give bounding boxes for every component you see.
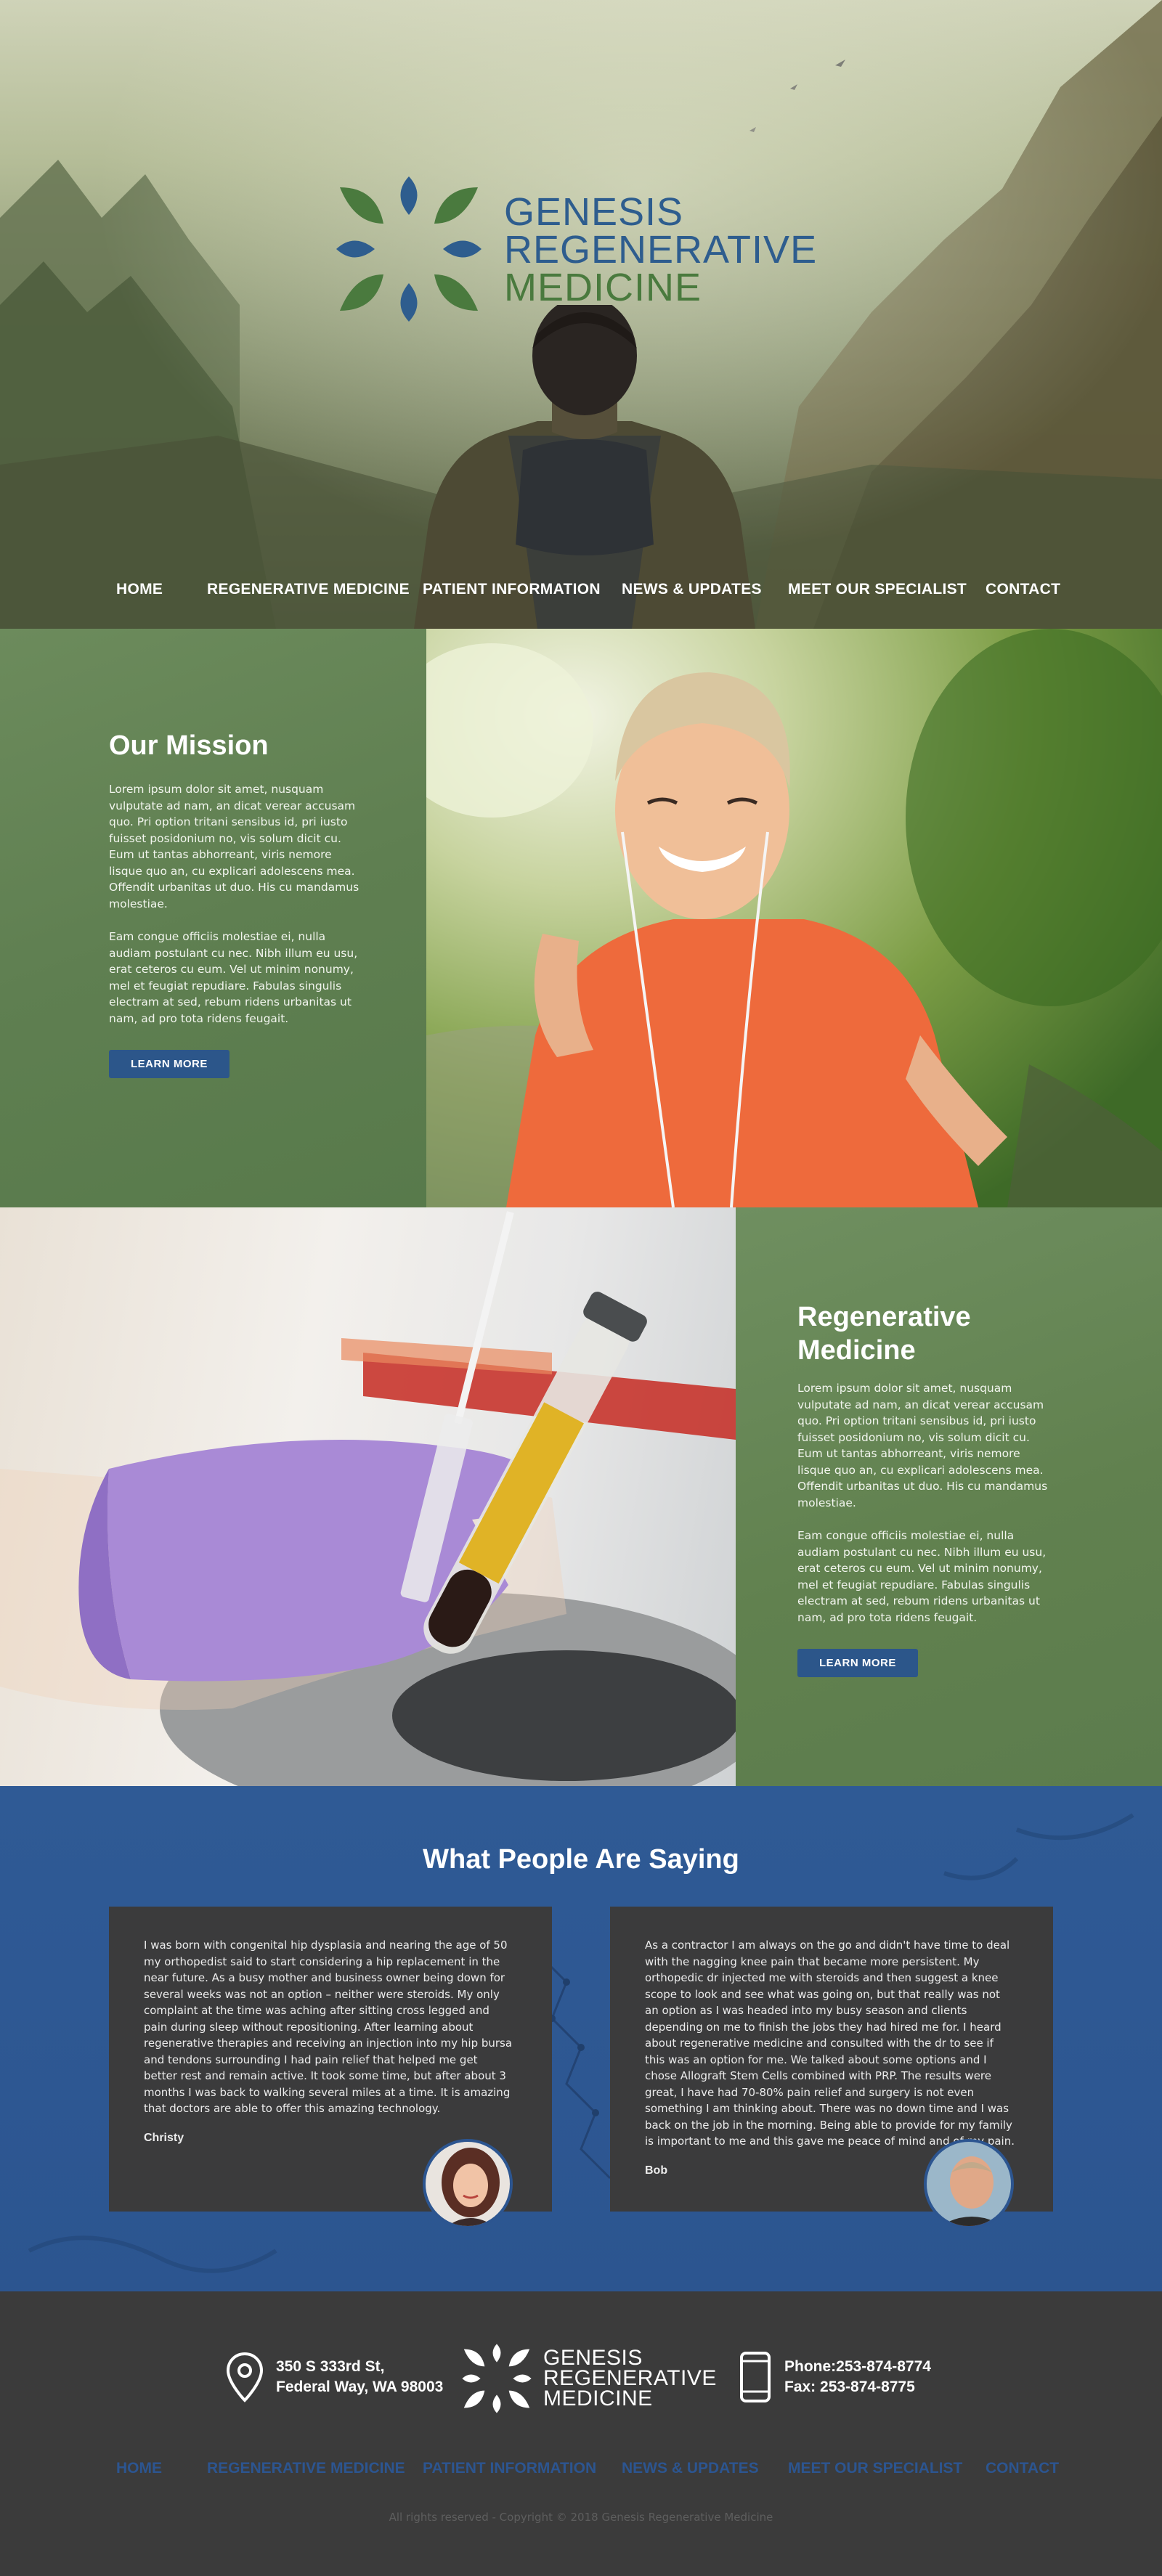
regenerative-title: Regenerative Medicine [797,1300,1053,1367]
nav-meet-our-specialist[interactable]: MEET OUR SPECIALIST [788,581,967,598]
mission-title: Our Mission [109,730,269,761]
mission-paragraph-1: Lorem ipsum dolor sit amet, nusquam vulp… [109,783,359,910]
mission-learn-more-button[interactable]: LEARN MORE [109,1050,229,1078]
nav-patient-information[interactable]: PATIENT INFORMATION [423,581,601,598]
logo-line-2: REGENERATIVE [504,228,818,272]
regenerative-panel: Regenerative Medicine Lorem ipsum dolor … [736,1207,1162,1786]
regenerative-paragraph-2: Eam congue officiis molestiae ei, nulla … [797,1529,1047,1624]
footer-nav-regenerative-medicine[interactable]: REGENERATIVE MEDICINE [207,2460,405,2477]
copyright-text: All rights reserved - Copyright © 2018 G… [389,2511,773,2524]
footer-nav-contact[interactable]: CONTACT [986,2460,1059,2477]
regenerative-learn-more-button[interactable]: LEARN MORE [797,1649,918,1677]
mission-photo [426,629,1162,1207]
location-pin-icon [226,2352,264,2402]
mission-panel: Our Mission Lorem ipsum dolor sit amet, … [0,629,426,1207]
regenerative-title-line-2: Medicine [797,1335,916,1366]
footer-logo-line-3: MEDICINE [543,2387,653,2410]
logo-mark-icon [336,176,482,322]
nav-regenerative-medicine[interactable]: REGENERATIVE MEDICINE [207,581,410,598]
testimonials-title: What People Are Saying [423,1844,739,1875]
logo-line-1: GENESIS [504,190,684,234]
regenerative-paragraph-1: Lorem ipsum dolor sit amet, nusquam vulp… [797,1382,1048,1509]
footer-nav-patient-information[interactable]: PATIENT INFORMATION [423,2460,596,2477]
logo-line-3: MEDICINE [504,266,702,309]
footer-nav-home[interactable]: HOME [116,2460,162,2477]
footer-logo-wordmark: GENESIS REGENERATIVE MEDICINE [543,2347,717,2410]
footer-address-line-1: 350 S 333rd St, [276,2358,385,2375]
testimonial-card: As a contractor I am always on the go an… [610,1907,1053,2229]
footer-phone[interactable]: Phone:253-874-8774 [784,2358,931,2375]
logo-wordmark: GENESIS REGENERATIVE MEDICINE [504,190,818,309]
page: GENESIS REGENERATIVE MEDICINE HOME REGEN… [0,0,1162,2576]
testimonial-text: I was born with congenital hip dysplasia… [144,1939,513,2115]
main-nav: HOME REGENERATIVE MEDICINE PATIENT INFOR… [0,581,1162,610]
regenerative-photo [0,1207,736,1786]
hero-section: GENESIS REGENERATIVE MEDICINE HOME REGEN… [0,0,1162,629]
hero-logo: GENESIS REGENERATIVE MEDICINE [333,173,841,325]
testimonial-quote: I was born with congenital hip dysplasia… [144,1937,514,2146]
footer-address-line-2: Federal Way, WA 98003 [276,2379,444,2395]
testimonial-card: I was born with congenital hip dysplasia… [109,1907,552,2229]
regenerative-title-line-1: Regenerative [797,1302,971,1332]
phone-icon [740,2352,771,2402]
nav-news-updates[interactable]: NEWS & UPDATES [622,581,762,598]
footer-logo: GENESIS REGENERATIVE MEDICINE [460,2342,716,2422]
avatar [924,2139,1014,2229]
nav-home[interactable]: HOME [116,581,163,598]
mission-paragraph-2: Eam congue officiis molestiae ei, nulla … [109,930,358,1025]
testimonials-section: What People Are Saying I was born with c… [0,1786,1162,2291]
blood-tube-image [0,1211,736,1786]
footer-contact-text: Phone:253-874-8774 Fax: 253-874-8775 [784,2357,931,2397]
logo-mark-icon [462,2344,532,2413]
footer: 350 S 333rd St, Federal Way, WA 98003 GE… [0,2291,1162,2576]
avatar [423,2139,513,2229]
woman-runner-image [426,629,1162,1207]
nav-contact[interactable]: CONTACT [986,581,1060,598]
footer-nav-news-updates[interactable]: NEWS & UPDATES [622,2460,759,2477]
mission-section: Our Mission Lorem ipsum dolor sit amet, … [0,629,1162,1207]
footer-address-text: 350 S 333rd St, Federal Way, WA 98003 [276,2357,443,2397]
footer-fax: Fax: 253-874-8775 [784,2379,915,2395]
regenerative-section: Regenerative Medicine Lorem ipsum dolor … [0,1207,1162,1786]
footer-nav-meet-our-specialist[interactable]: MEET OUR SPECIALIST [788,2460,962,2477]
testimonial-text: As a contractor I am always on the go an… [645,1939,1015,2148]
